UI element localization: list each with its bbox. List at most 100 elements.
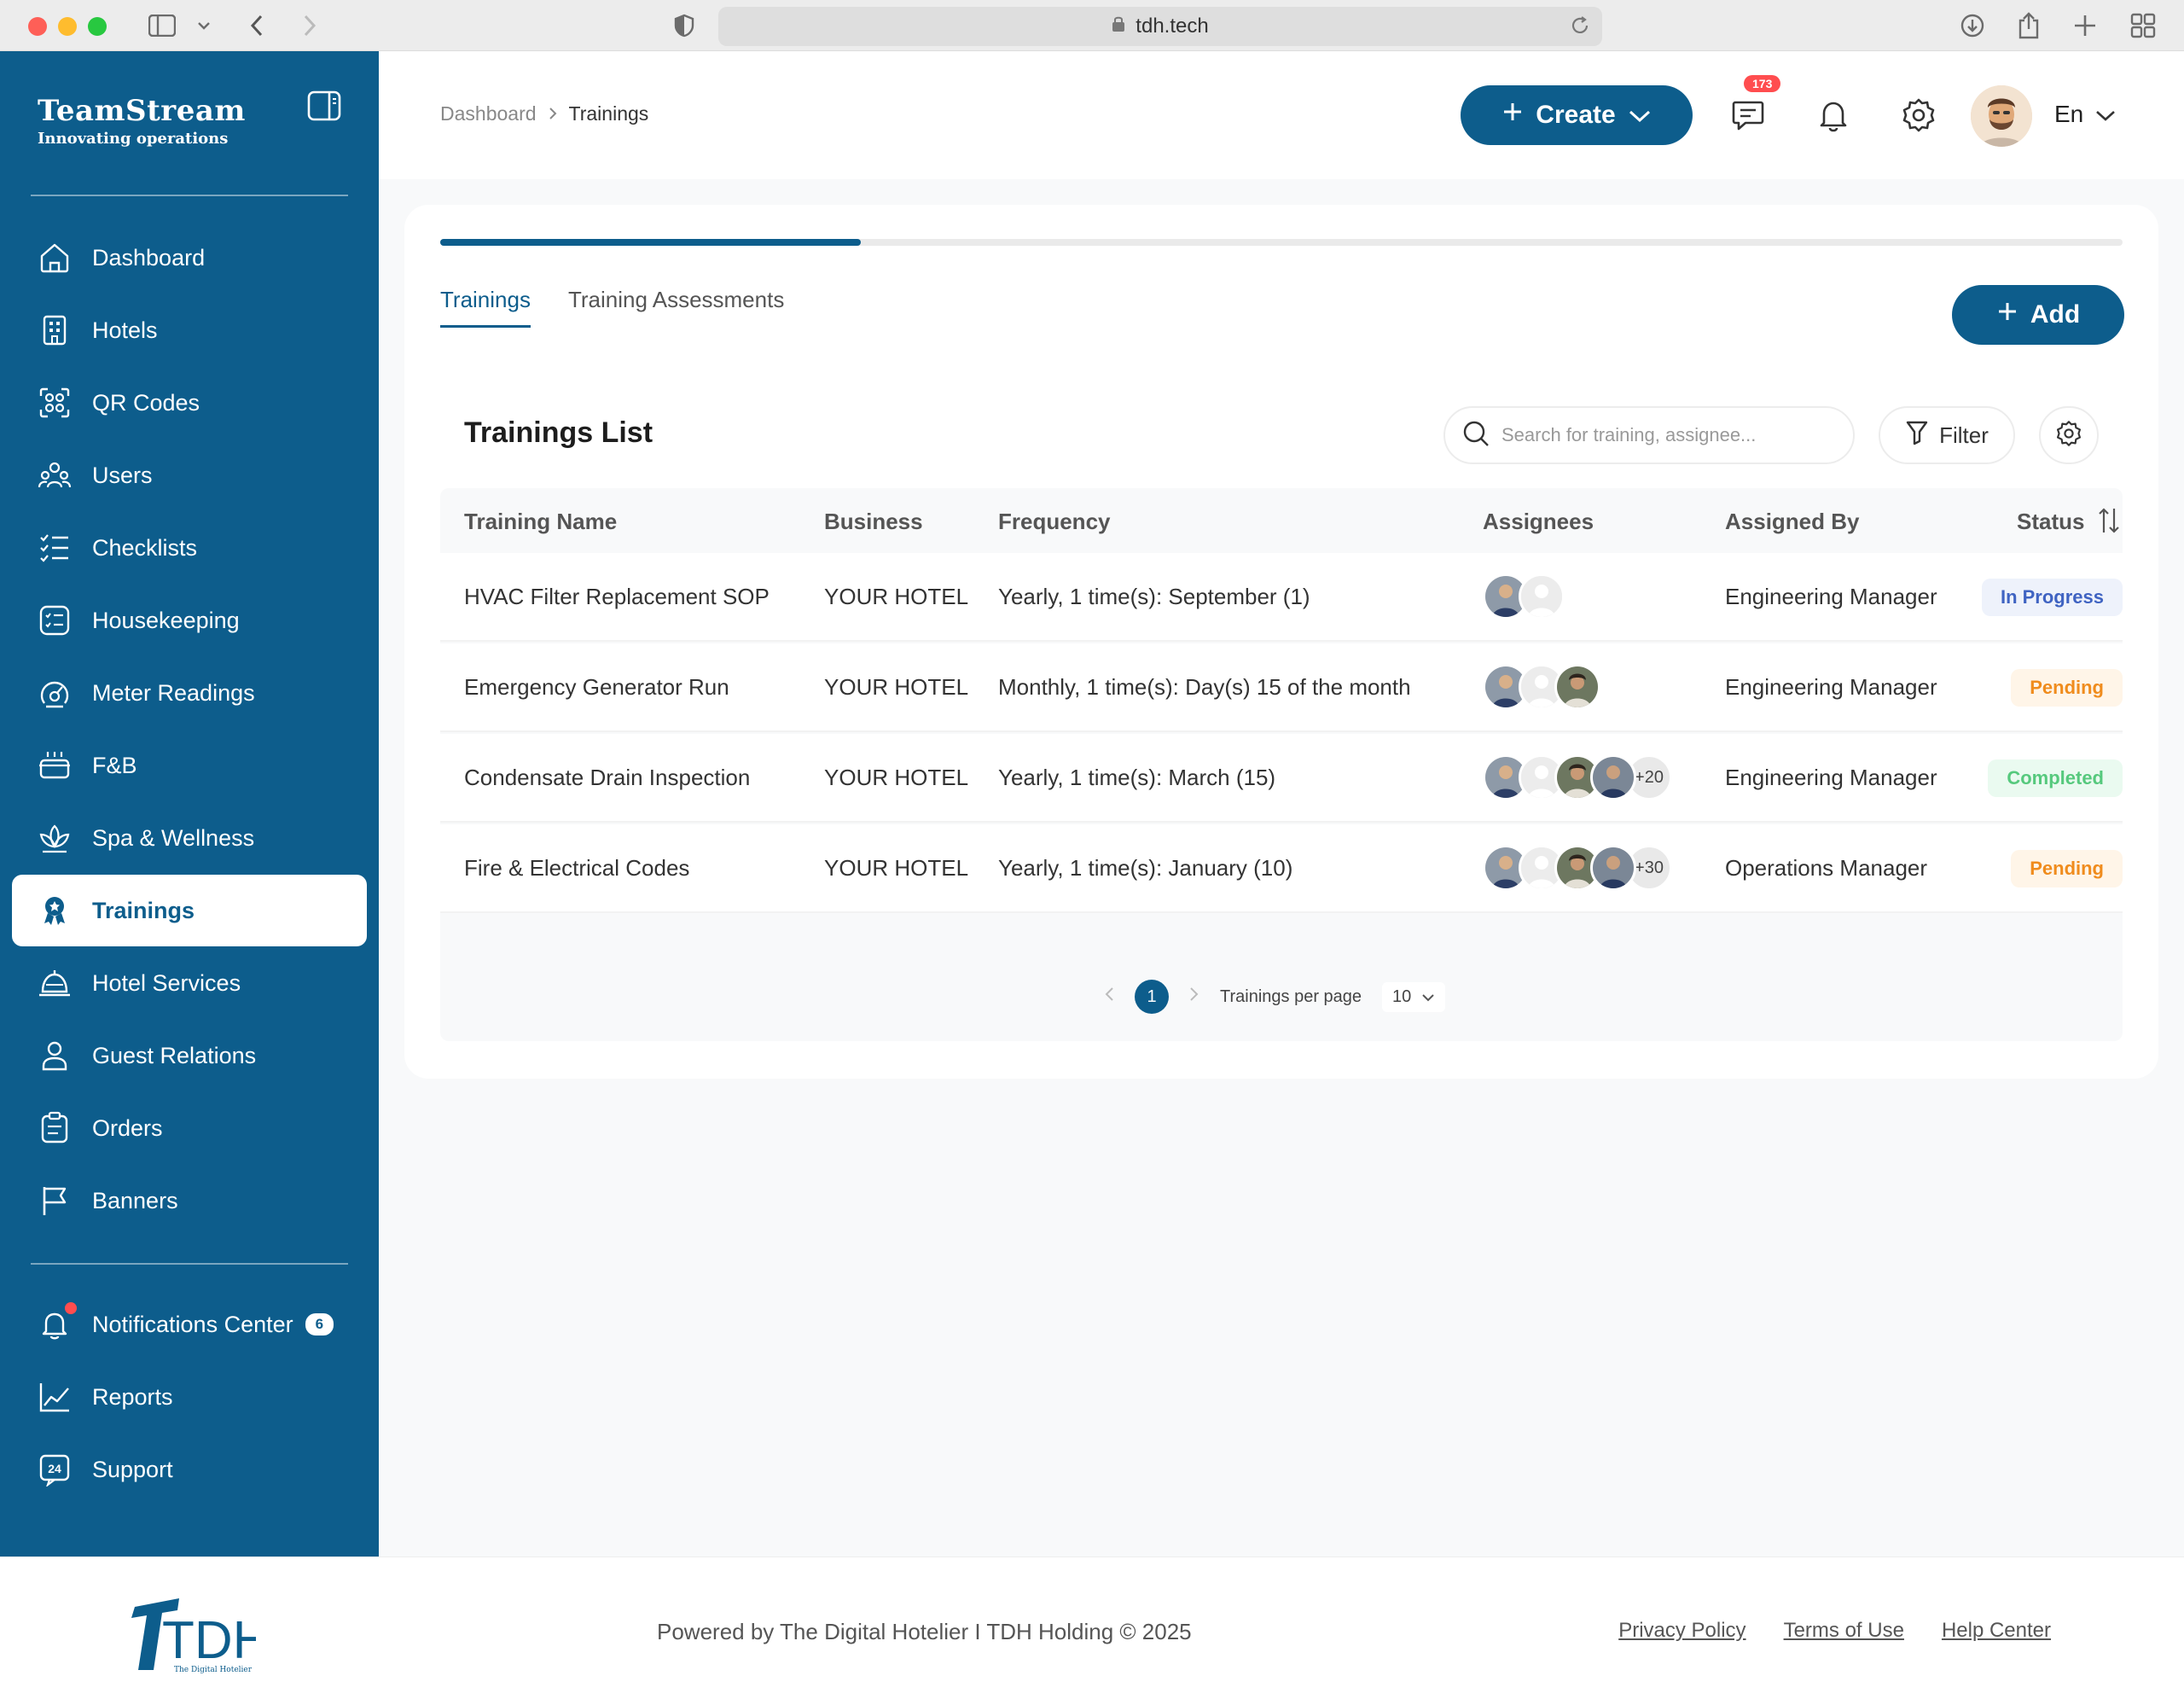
sidebar-item-hotels[interactable]: Hotels	[12, 294, 367, 366]
new-tab-icon[interactable]	[2070, 12, 2100, 39]
help-center-link[interactable]: Help Center	[1942, 1619, 2051, 1643]
frequency: Yearly, 1 time(s): September (1)	[998, 584, 1310, 609]
sidebar-item-guest-relations[interactable]: Guest Relations	[12, 1020, 367, 1091]
download-icon[interactable]	[1957, 12, 1988, 39]
minimize-window-button[interactable]	[58, 17, 77, 36]
sidebar-item-fnb[interactable]: F&B	[12, 730, 367, 801]
chart-icon	[38, 1380, 72, 1414]
gear-icon[interactable]	[1897, 94, 1940, 137]
column-header-business[interactable]: Business	[824, 509, 923, 535]
privacy-policy-link[interactable]: Privacy Policy	[1618, 1619, 1745, 1643]
sidebar-item-reports[interactable]: Reports	[12, 1361, 367, 1433]
training-name[interactable]: Condensate Drain Inspection	[464, 765, 750, 791]
close-window-button[interactable]	[28, 17, 47, 36]
bell-icon[interactable]	[1812, 94, 1855, 137]
assignee-avatars[interactable]	[1483, 573, 1565, 621]
sidebar-item-spa-wellness[interactable]: Spa & Wellness	[12, 802, 367, 874]
avatar	[1590, 845, 1636, 891]
sidebar-item-label: Guest Relations	[92, 1042, 257, 1068]
status-badge: Pending	[2011, 850, 2123, 887]
sidebar-item-label: Spa & Wellness	[92, 824, 255, 851]
sidebar-item-notifications-center[interactable]: Notifications Center 6	[12, 1289, 367, 1360]
tdh-logo[interactable]: TDH The Digital Hotelier	[119, 1592, 270, 1681]
messages-icon[interactable]	[1727, 94, 1769, 137]
business: YOUR HOTEL	[824, 855, 969, 881]
table-row[interactable]: HVAC Filter Replacement SOP YOUR HOTEL Y…	[440, 553, 2123, 642]
sidebar-item-support[interactable]: 24 Support	[12, 1434, 367, 1505]
chevron-down-icon[interactable]	[195, 12, 213, 39]
column-header-assigned-by[interactable]: Assigned By	[1725, 509, 1860, 535]
shield-icon[interactable]	[669, 12, 700, 39]
language-selector[interactable]: En	[2054, 101, 2116, 128]
chevron-down-icon	[1421, 987, 1435, 1007]
sidebar-item-banners[interactable]: Banners	[12, 1165, 367, 1237]
assignee-avatars[interactable]	[1483, 664, 1600, 712]
sidebar-item-trainings[interactable]: Trainings	[12, 875, 367, 946]
chevron-left-icon[interactable]	[1104, 986, 1114, 1007]
search-input[interactable]	[1502, 424, 1826, 446]
pagination: 1 Trainings per page 10	[1104, 980, 1446, 1014]
trainings-table: Training Name Business Frequency Assigne…	[440, 488, 2123, 1041]
tab-overview-icon[interactable]	[2128, 12, 2158, 39]
table-settings-button[interactable]	[2039, 406, 2099, 464]
spa-icon	[38, 821, 72, 855]
training-name[interactable]: HVAC Filter Replacement SOP	[464, 584, 770, 610]
chevron-right-icon[interactable]	[1189, 986, 1199, 1007]
filter-button[interactable]: Filter	[1879, 406, 2015, 464]
sidebar-item-qr-codes[interactable]: QR Codes	[12, 367, 367, 439]
tab-training-assessments[interactable]: Training Assessments	[568, 287, 784, 328]
column-header-frequency[interactable]: Frequency	[998, 509, 1111, 535]
sidebar-item-users[interactable]: Users	[12, 439, 367, 511]
create-button-label: Create	[1536, 101, 1616, 129]
table-row[interactable]: Emergency Generator Run YOUR HOTEL Month…	[440, 643, 2123, 732]
forward-icon[interactable]	[297, 12, 322, 39]
sidebar-item-hotel-services[interactable]: Hotel Services	[12, 947, 367, 1019]
logo-text: TDH	[162, 1611, 256, 1670]
sidebar-item-label: QR Codes	[92, 389, 200, 416]
sidebar-item-dashboard[interactable]: Dashboard	[12, 222, 367, 294]
column-header-status[interactable]: Status	[2017, 509, 2084, 535]
page-number-current[interactable]: 1	[1135, 980, 1169, 1014]
bell-service-icon	[38, 966, 72, 1000]
search-box[interactable]	[1443, 406, 1855, 464]
back-icon[interactable]	[244, 12, 270, 39]
maximize-window-button[interactable]	[88, 17, 107, 36]
table-row[interactable]: Fire & Electrical Codes YOUR HOTEL Yearl…	[440, 824, 2123, 913]
language-label: En	[2054, 101, 2084, 127]
assigned-by: Operations Manager	[1725, 855, 1928, 881]
assignee-avatars[interactable]: +30	[1483, 845, 1672, 893]
frequency: Monthly, 1 time(s): Day(s) 15 of the mon…	[998, 674, 1411, 700]
table-row[interactable]: Condensate Drain Inspection YOUR HOTEL Y…	[440, 734, 2123, 823]
collapse-sidebar-icon[interactable]	[307, 90, 341, 121]
sort-icon[interactable]	[2097, 507, 2121, 540]
column-header-training-name[interactable]: Training Name	[464, 509, 617, 535]
business: YOUR HOTEL	[824, 674, 969, 700]
sidebar-item-orders[interactable]: Orders	[12, 1092, 367, 1164]
user-avatar[interactable]	[1971, 85, 2032, 147]
avatar	[1590, 754, 1636, 800]
assignee-avatars[interactable]: +20	[1483, 754, 1672, 802]
brand-logo[interactable]: TeamStream Innovating operations	[38, 94, 246, 148]
training-name[interactable]: Emergency Generator Run	[464, 674, 729, 701]
column-header-assignees[interactable]: Assignees	[1483, 509, 1594, 535]
per-page-select[interactable]: 10	[1382, 981, 1446, 1012]
powered-by-text: Powered by The Digital Hotelier I TDH Ho…	[657, 1619, 1192, 1644]
training-name[interactable]: Fire & Electrical Codes	[464, 855, 689, 882]
reload-icon[interactable]	[1570, 15, 1590, 42]
address-bar[interactable]: tdh.tech	[718, 7, 1602, 46]
sidebar-item-housekeeping[interactable]: Housekeeping	[12, 585, 367, 656]
share-icon[interactable]	[2013, 12, 2044, 39]
sidebar-toggle-icon[interactable]	[147, 12, 177, 39]
sidebar-item-meter-readings[interactable]: Meter Readings	[12, 657, 367, 729]
chevron-right-icon	[549, 102, 557, 125]
footer-links: Privacy Policy Terms of Use Help Center	[1618, 1619, 2051, 1643]
breadcrumb-dashboard[interactable]: Dashboard	[440, 102, 537, 125]
create-button[interactable]: Create	[1461, 85, 1693, 145]
terms-of-use-link[interactable]: Terms of Use	[1784, 1619, 1904, 1643]
per-page-label: Trainings per page	[1220, 986, 1362, 1006]
tab-trainings[interactable]: Trainings	[440, 287, 531, 328]
sidebar-item-checklists[interactable]: Checklists	[12, 512, 367, 584]
sidebar-item-label: Checklists	[92, 534, 198, 561]
add-training-button[interactable]: Add	[1952, 285, 2124, 345]
qr-icon	[38, 386, 72, 420]
